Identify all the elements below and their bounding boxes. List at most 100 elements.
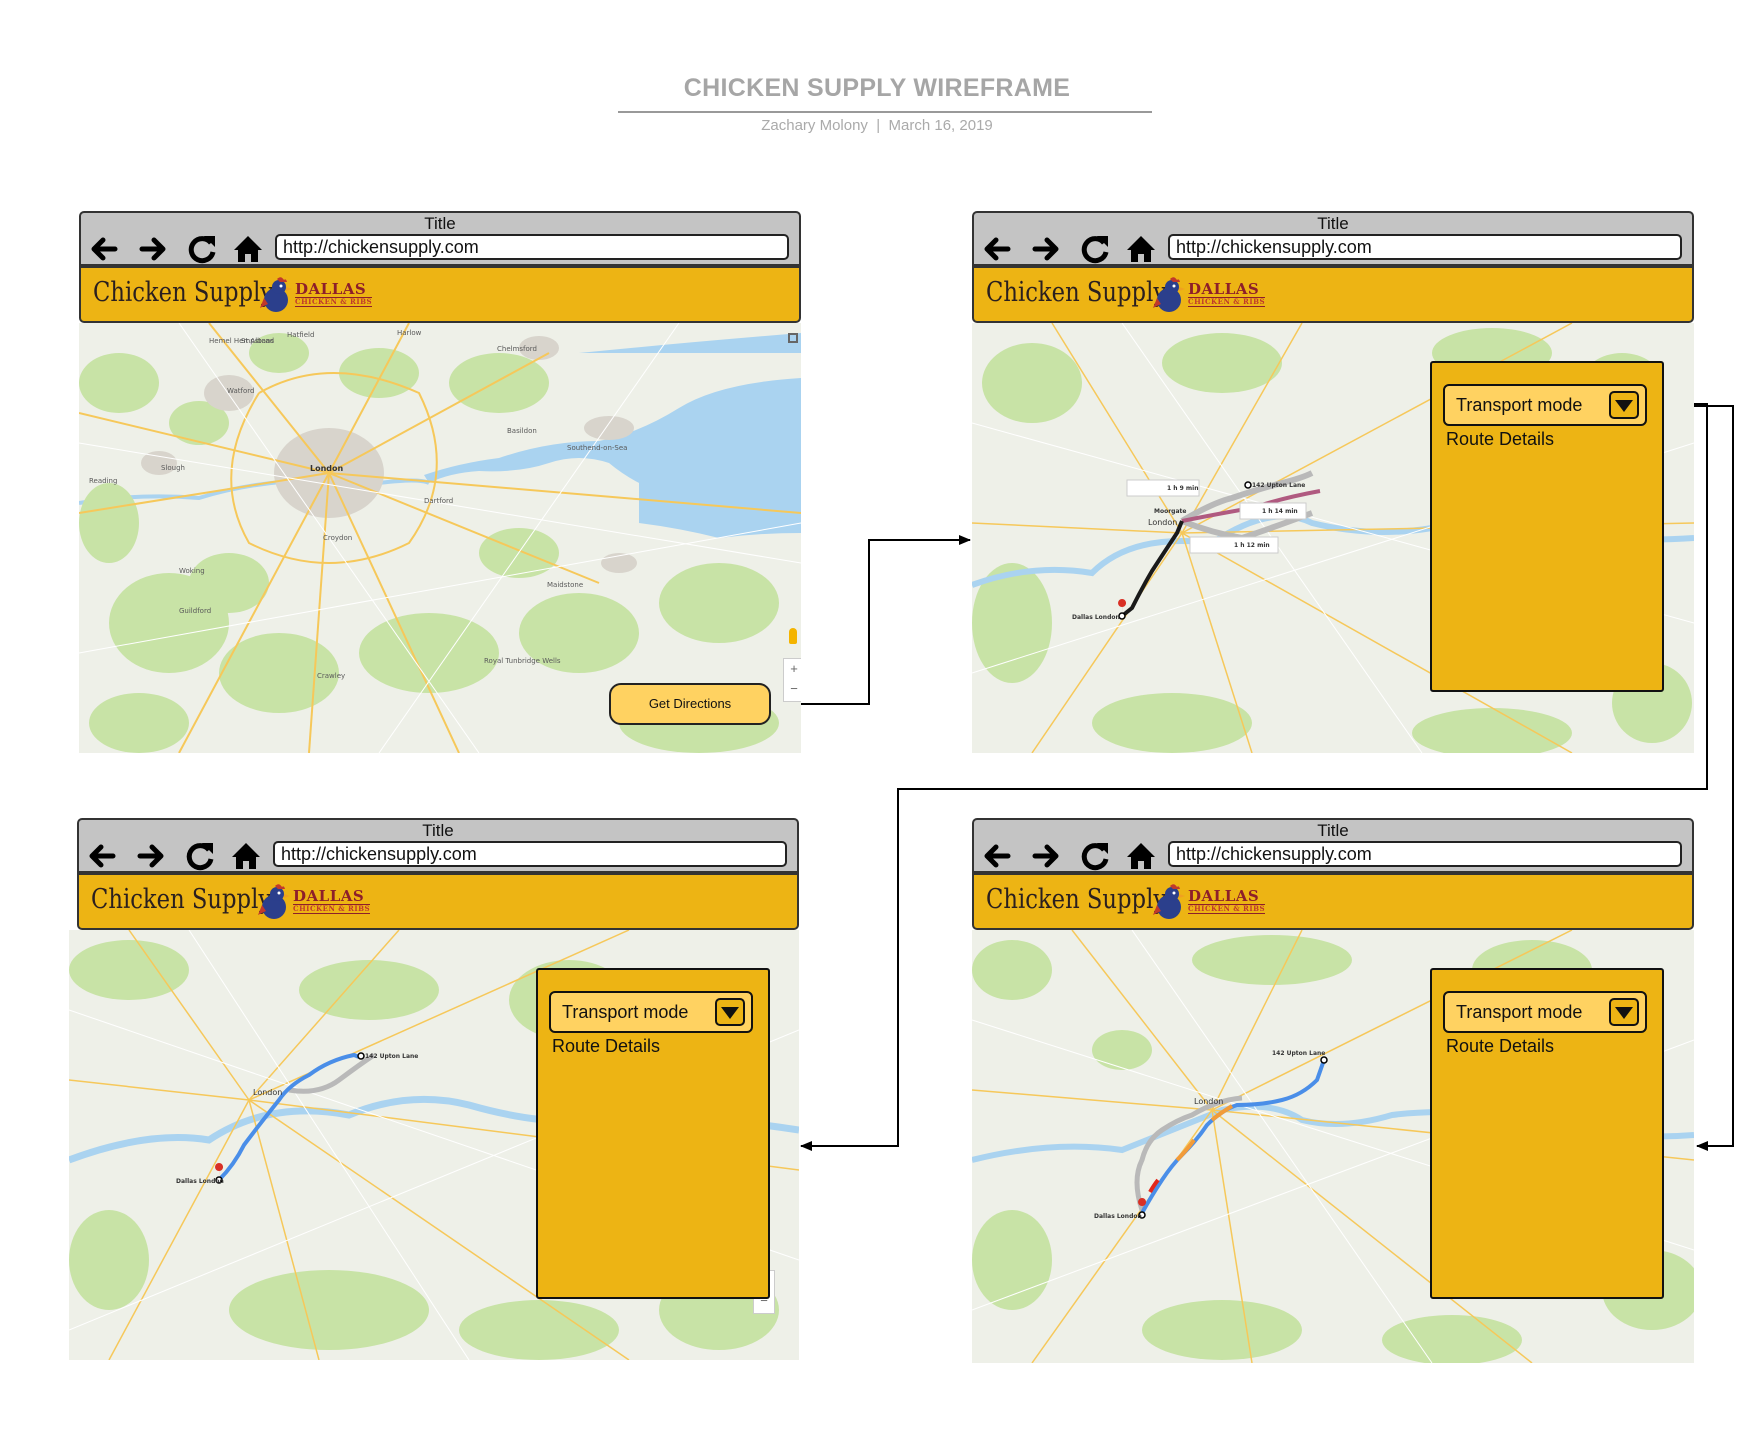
route-label-origin: Dallas London: [1072, 614, 1120, 621]
route-time: 1 h 14 min: [1262, 508, 1298, 515]
zoom-control[interactable]: +−: [783, 658, 801, 702]
back-arrow-icon[interactable]: [980, 232, 1014, 266]
transport-mode-dropdown[interactable]: Transport mode: [1443, 384, 1647, 426]
map-label: Dartford: [424, 497, 453, 505]
transport-mode-label: Transport mode: [1456, 395, 1583, 415]
route-label-origin: Dallas London: [176, 1178, 224, 1185]
browser-chrome: Title http://chickensupply.com: [79, 211, 801, 266]
destination-marker: [357, 1052, 365, 1060]
browser-chrome: Title http://chickensupply.com: [972, 818, 1694, 873]
back-arrow-icon[interactable]: [85, 839, 119, 873]
transport-mode-dropdown[interactable]: Transport mode: [1443, 991, 1647, 1033]
route-label-destination: 142 Upton Lane: [1272, 1050, 1325, 1057]
site-header: Chicken Supply DALLAS CHICKEN & RIBS: [972, 873, 1694, 930]
browser-frame-directions-transit: Title http://chickensupply.com Chicken S…: [972, 211, 1696, 756]
logo-title: DALLAS: [1188, 887, 1260, 905]
map-label: Reading: [89, 477, 117, 485]
route-time: 1 h 9 min: [1167, 485, 1198, 492]
chevron-down-icon[interactable]: [1609, 391, 1639, 419]
forward-arrow-icon[interactable]: [1029, 839, 1063, 873]
brand-name: Chicken Supply: [986, 884, 1167, 915]
map-label: Southend-on-Sea: [567, 444, 627, 452]
window-title: Title: [424, 214, 456, 233]
forward-arrow-icon[interactable]: [134, 839, 168, 873]
map-label: Hatfield: [287, 331, 314, 339]
route-label-city: London: [1148, 518, 1177, 527]
map-label: Royal Tunbridge Wells: [484, 657, 561, 665]
fullscreen-icon[interactable]: [788, 333, 798, 343]
address-bar[interactable]: http://chickensupply.com: [273, 841, 787, 867]
home-icon[interactable]: [1124, 232, 1158, 266]
directions-panel: Transport mode Route Details: [1430, 968, 1664, 1299]
map-label: Slough: [161, 464, 185, 472]
back-arrow-icon[interactable]: [87, 232, 121, 266]
route-label-destination: 142 Upton Lane: [1252, 482, 1305, 489]
map-label: Watford: [227, 387, 254, 395]
map-label: London: [310, 464, 344, 473]
refresh-icon[interactable]: [1078, 232, 1112, 266]
route-details-label: Route Details: [552, 1036, 661, 1056]
map-label: Woking: [179, 567, 205, 575]
route-label-origin: Dallas London: [1094, 1213, 1142, 1220]
logo-subtitle: CHICKEN & RIBS: [293, 904, 371, 914]
home-icon[interactable]: [231, 232, 265, 266]
forward-arrow-icon[interactable]: [1029, 232, 1063, 266]
destination-marker: [1244, 481, 1252, 489]
dallas-logo: DALLAS CHICKEN & RIBS: [293, 887, 371, 914]
transport-mode-label: Transport mode: [1456, 1002, 1583, 1022]
map-label: Guildford: [179, 607, 211, 615]
transport-mode-dropdown[interactable]: Transport mode: [549, 991, 753, 1033]
origin-marker: [1118, 612, 1126, 620]
directions-panel: Transport mode Route Details: [1430, 361, 1664, 692]
logo-subtitle: CHICKEN & RIBS: [295, 297, 373, 307]
logo-title: DALLAS: [295, 280, 367, 298]
route-label-city: London: [1194, 1097, 1223, 1106]
refresh-icon[interactable]: [1078, 839, 1112, 873]
address-bar[interactable]: http://chickensupply.com: [1168, 234, 1682, 260]
logo-subtitle: CHICKEN & RIBS: [1188, 904, 1266, 914]
route-details-label: Route Details: [1446, 429, 1555, 449]
street-view-pegman-icon[interactable]: [789, 628, 797, 644]
route-label-destination: 142 Upton Lane: [365, 1053, 418, 1060]
route-time: 1 h 12 min: [1234, 542, 1270, 549]
route-details-label: Route Details: [1446, 1036, 1555, 1056]
destination-marker: [1320, 1056, 1328, 1064]
browser-frame-directions-walk: Title http://chickensupply.com Chicken S…: [69, 818, 801, 1363]
map-label: Maidstone: [547, 581, 583, 589]
home-icon[interactable]: [1124, 839, 1158, 873]
site-header: Chicken Supply DALLAS CHICKEN & RIBS: [77, 873, 799, 930]
chevron-down-icon[interactable]: [1609, 998, 1639, 1026]
back-arrow-icon[interactable]: [980, 839, 1014, 873]
get-directions-button[interactable]: Get Directions: [609, 683, 771, 725]
map-label: Chelmsford: [497, 345, 537, 353]
brand-name: Chicken Supply: [91, 884, 272, 915]
window-title: Title: [422, 821, 454, 840]
address-bar[interactable]: http://chickensupply.com: [275, 234, 789, 260]
refresh-icon[interactable]: [185, 232, 219, 266]
dallas-logo: DALLAS CHICKEN & RIBS: [1188, 280, 1266, 307]
rooster-mascot-icon: [258, 884, 290, 919]
chevron-down-icon[interactable]: [715, 998, 745, 1026]
window-title: Title: [1317, 821, 1349, 840]
refresh-icon[interactable]: [183, 839, 217, 873]
site-header: Chicken Supply DALLAS CHICKEN & RIBS: [972, 266, 1694, 323]
address-bar[interactable]: http://chickensupply.com: [1168, 841, 1682, 867]
logo-title: DALLAS: [1188, 280, 1260, 298]
map-label: Croydon: [323, 534, 352, 542]
browser-chrome: Title http://chickensupply.com: [77, 818, 799, 873]
brand-name: Chicken Supply: [986, 277, 1167, 308]
directions-panel: Transport mode Route Details: [536, 968, 770, 1299]
browser-chrome: Title http://chickensupply.com: [972, 211, 1694, 266]
dallas-logo: DALLAS CHICKEN & RIBS: [1188, 887, 1266, 914]
map-label: Hemel Hempstead: [209, 337, 274, 345]
logo-title: DALLAS: [293, 887, 365, 905]
map-label: Harlow: [397, 329, 422, 337]
dallas-logo: DALLAS CHICKEN & RIBS: [295, 280, 373, 307]
site-header: Chicken Supply DALLAS CHICKEN & RIBS: [79, 266, 801, 323]
rooster-mascot-icon: [1153, 884, 1185, 919]
forward-arrow-icon[interactable]: [136, 232, 170, 266]
home-icon[interactable]: [229, 839, 263, 873]
map-label: Basildon: [507, 427, 537, 435]
route-label-city: London: [253, 1088, 282, 1097]
browser-frame-directions-drive: Title http://chickensupply.com Chicken S…: [972, 818, 1696, 1363]
